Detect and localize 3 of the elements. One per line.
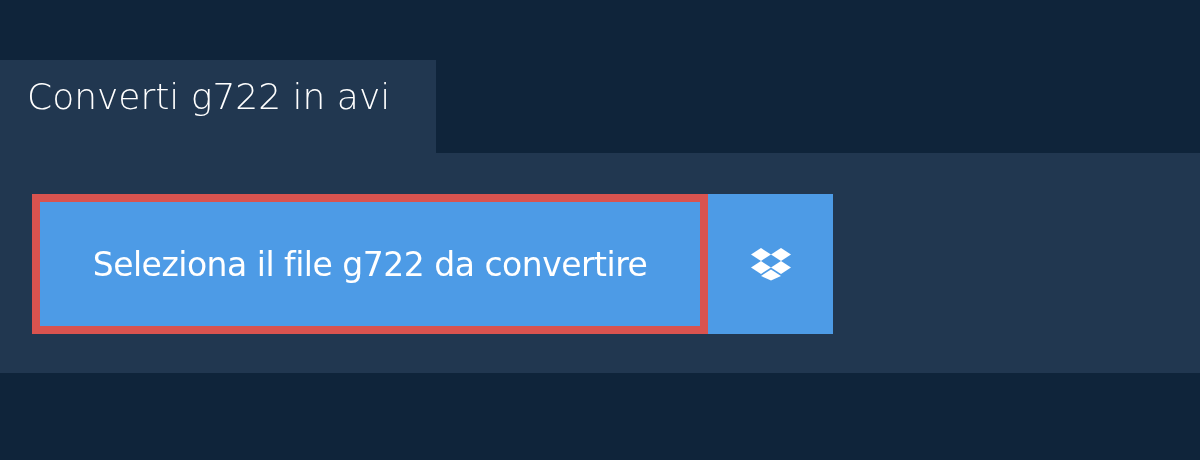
dropbox-button[interactable] <box>708 194 833 334</box>
dropbox-icon <box>750 247 791 281</box>
select-file-button[interactable]: Seleziona il file g722 da convertire <box>32 194 708 334</box>
